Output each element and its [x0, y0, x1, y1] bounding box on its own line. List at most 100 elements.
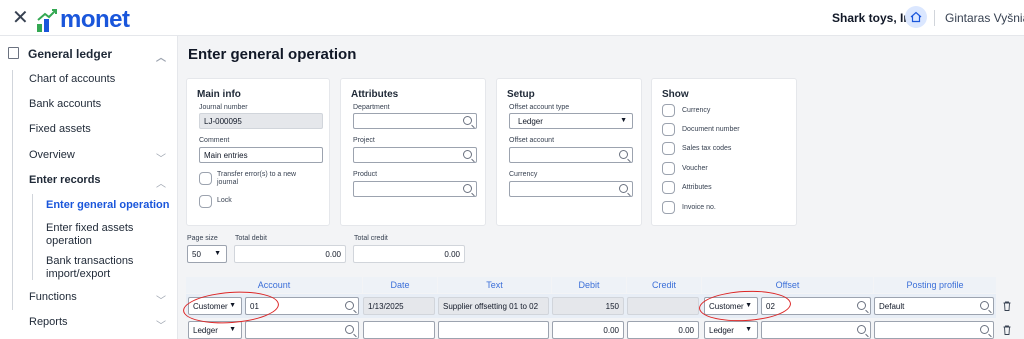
show-heading: Show: [662, 89, 689, 100]
top-bar: ✕ monet Shark toys, Inc. Gintaras Vyšnia…: [0, 0, 1024, 36]
show-sales-tax-codes-label: Sales tax codes: [682, 145, 732, 152]
show-attributes-checkbox[interactable]: [662, 181, 675, 194]
posting-profile-field[interactable]: Default: [874, 297, 994, 315]
sidebar-section-label: General ledger: [28, 47, 113, 61]
sidebar-subtree-line: [32, 194, 33, 280]
transfer-errors-label: Transfer error(s) to a new journal: [217, 171, 297, 186]
col-header-posting-profile[interactable]: Posting profile: [874, 277, 996, 293]
show-document-number-label: Document number: [682, 126, 740, 133]
close-icon[interactable]: ✕: [12, 8, 29, 28]
col-header-account[interactable]: Account: [186, 277, 362, 293]
ledger-icon: [8, 47, 19, 59]
department-label: Department: [353, 104, 390, 111]
page-size-select[interactable]: 50 ▼: [187, 245, 227, 263]
show-invoice-no-checkbox[interactable]: [662, 201, 675, 214]
offset-account-type-label: Offset account type: [509, 104, 570, 111]
journal-number-field: LJ-000095: [199, 113, 323, 129]
department-field[interactable]: [353, 113, 477, 129]
logo[interactable]: monet: [36, 4, 130, 32]
search-icon[interactable]: [857, 301, 866, 310]
project-label: Project: [353, 137, 375, 144]
page-size-label: Page size: [187, 235, 218, 242]
show-document-number-checkbox[interactable]: [662, 123, 675, 136]
account-type-value: Ledger: [193, 326, 218, 335]
total-debit-label: Total debit: [235, 235, 267, 242]
page-size-value: 50: [192, 250, 201, 259]
search-icon[interactable]: [463, 116, 472, 125]
search-icon[interactable]: [463, 184, 472, 193]
account-field[interactable]: [245, 321, 359, 339]
delete-icon[interactable]: [1003, 325, 1011, 335]
debit-field[interactable]: 150: [552, 297, 624, 315]
search-icon[interactable]: [619, 184, 628, 193]
show-voucher-label: Voucher: [682, 165, 708, 172]
offset-type-select[interactable]: Ledger ▼: [704, 321, 758, 339]
col-header-text[interactable]: Text: [438, 277, 551, 293]
show-voucher-checkbox[interactable]: [662, 162, 675, 175]
show-attributes-label: Attributes: [682, 184, 712, 191]
total-credit-field: 0.00: [353, 245, 465, 263]
sidebar: General ledger ︿ Chart of accounts Bank …: [0, 36, 178, 339]
delete-icon[interactable]: [1003, 301, 1011, 311]
col-header-date[interactable]: Date: [363, 277, 437, 293]
attributes-heading: Attributes: [351, 89, 399, 100]
chevron-down-icon: ﹀: [156, 321, 166, 332]
show-currency-label: Currency: [682, 107, 711, 114]
comment-field[interactable]: Main entries: [199, 147, 323, 163]
home-button[interactable]: [905, 6, 927, 28]
text-field[interactable]: [438, 321, 549, 339]
col-header-credit[interactable]: Credit: [627, 277, 701, 293]
page-title: Enter general operation: [188, 46, 357, 63]
date-field[interactable]: [363, 321, 435, 339]
account-type-select[interactable]: Ledger ▼: [188, 321, 242, 339]
show-card: Show Currency Document number Sales tax …: [651, 78, 797, 226]
debit-field[interactable]: 0.00: [552, 321, 624, 339]
search-icon[interactable]: [980, 325, 989, 334]
date-field[interactable]: 1/13/2025: [363, 297, 435, 315]
brand-name: monet: [60, 6, 130, 33]
search-icon[interactable]: [345, 301, 354, 310]
show-invoice-no-label: Invoice no.: [682, 204, 716, 211]
offset-type-value: Ledger: [709, 326, 734, 335]
chevron-down-icon: ﹀: [156, 154, 166, 165]
currency-field[interactable]: [509, 181, 633, 197]
search-icon[interactable]: [619, 150, 628, 159]
chevron-up-icon: ︿: [156, 53, 166, 64]
show-sales-tax-codes-checkbox[interactable]: [662, 142, 675, 155]
col-header-debit[interactable]: Debit: [552, 277, 626, 293]
offset-account-label: Offset account: [509, 137, 555, 144]
total-credit-label: Total credit: [354, 235, 388, 242]
chevron-down-icon: ▼: [214, 250, 221, 257]
offset-account-type-select[interactable]: Ledger ▼: [509, 113, 633, 129]
product-field[interactable]: [353, 181, 477, 197]
user-name[interactable]: Gintaras Vyšniauskas: [945, 11, 1024, 25]
transfer-errors-checkbox[interactable]: [199, 172, 212, 185]
search-icon[interactable]: [345, 325, 354, 334]
setup-card: Setup Offset account type Ledger ▼ Offset…: [496, 78, 642, 226]
main-content: Enter general operation Main info Journa…: [178, 36, 1024, 339]
lock-checkbox[interactable]: [199, 195, 212, 208]
offset-account-field[interactable]: [509, 147, 633, 163]
posting-profile-value: Default: [879, 302, 905, 311]
chevron-down-icon: ▼: [229, 326, 236, 333]
posting-profile-field[interactable]: [874, 321, 994, 339]
home-icon: [910, 11, 922, 23]
col-header-offset[interactable]: Offset: [702, 277, 873, 293]
search-icon[interactable]: [857, 325, 866, 334]
chevron-down-icon: ▼: [745, 326, 752, 333]
credit-field[interactable]: [627, 297, 699, 315]
chevron-down-icon: ﹀: [156, 296, 166, 307]
credit-field[interactable]: 0.00: [627, 321, 699, 339]
main-info-card: Main info Journal number LJ-000095 Comme…: [186, 78, 330, 226]
attributes-card: Attributes Department Project Product: [340, 78, 486, 226]
search-icon[interactable]: [980, 301, 989, 310]
project-field[interactable]: [353, 147, 477, 163]
offset-account-type-value: Ledger: [518, 117, 543, 126]
show-currency-checkbox[interactable]: [662, 104, 675, 117]
offset-field[interactable]: [761, 321, 871, 339]
search-icon[interactable]: [463, 150, 472, 159]
text-field[interactable]: Supplier offsetting 01 to 02: [438, 297, 549, 315]
divider: [934, 10, 935, 26]
logo-mark-icon: [36, 8, 58, 32]
currency-label: Currency: [509, 171, 538, 178]
